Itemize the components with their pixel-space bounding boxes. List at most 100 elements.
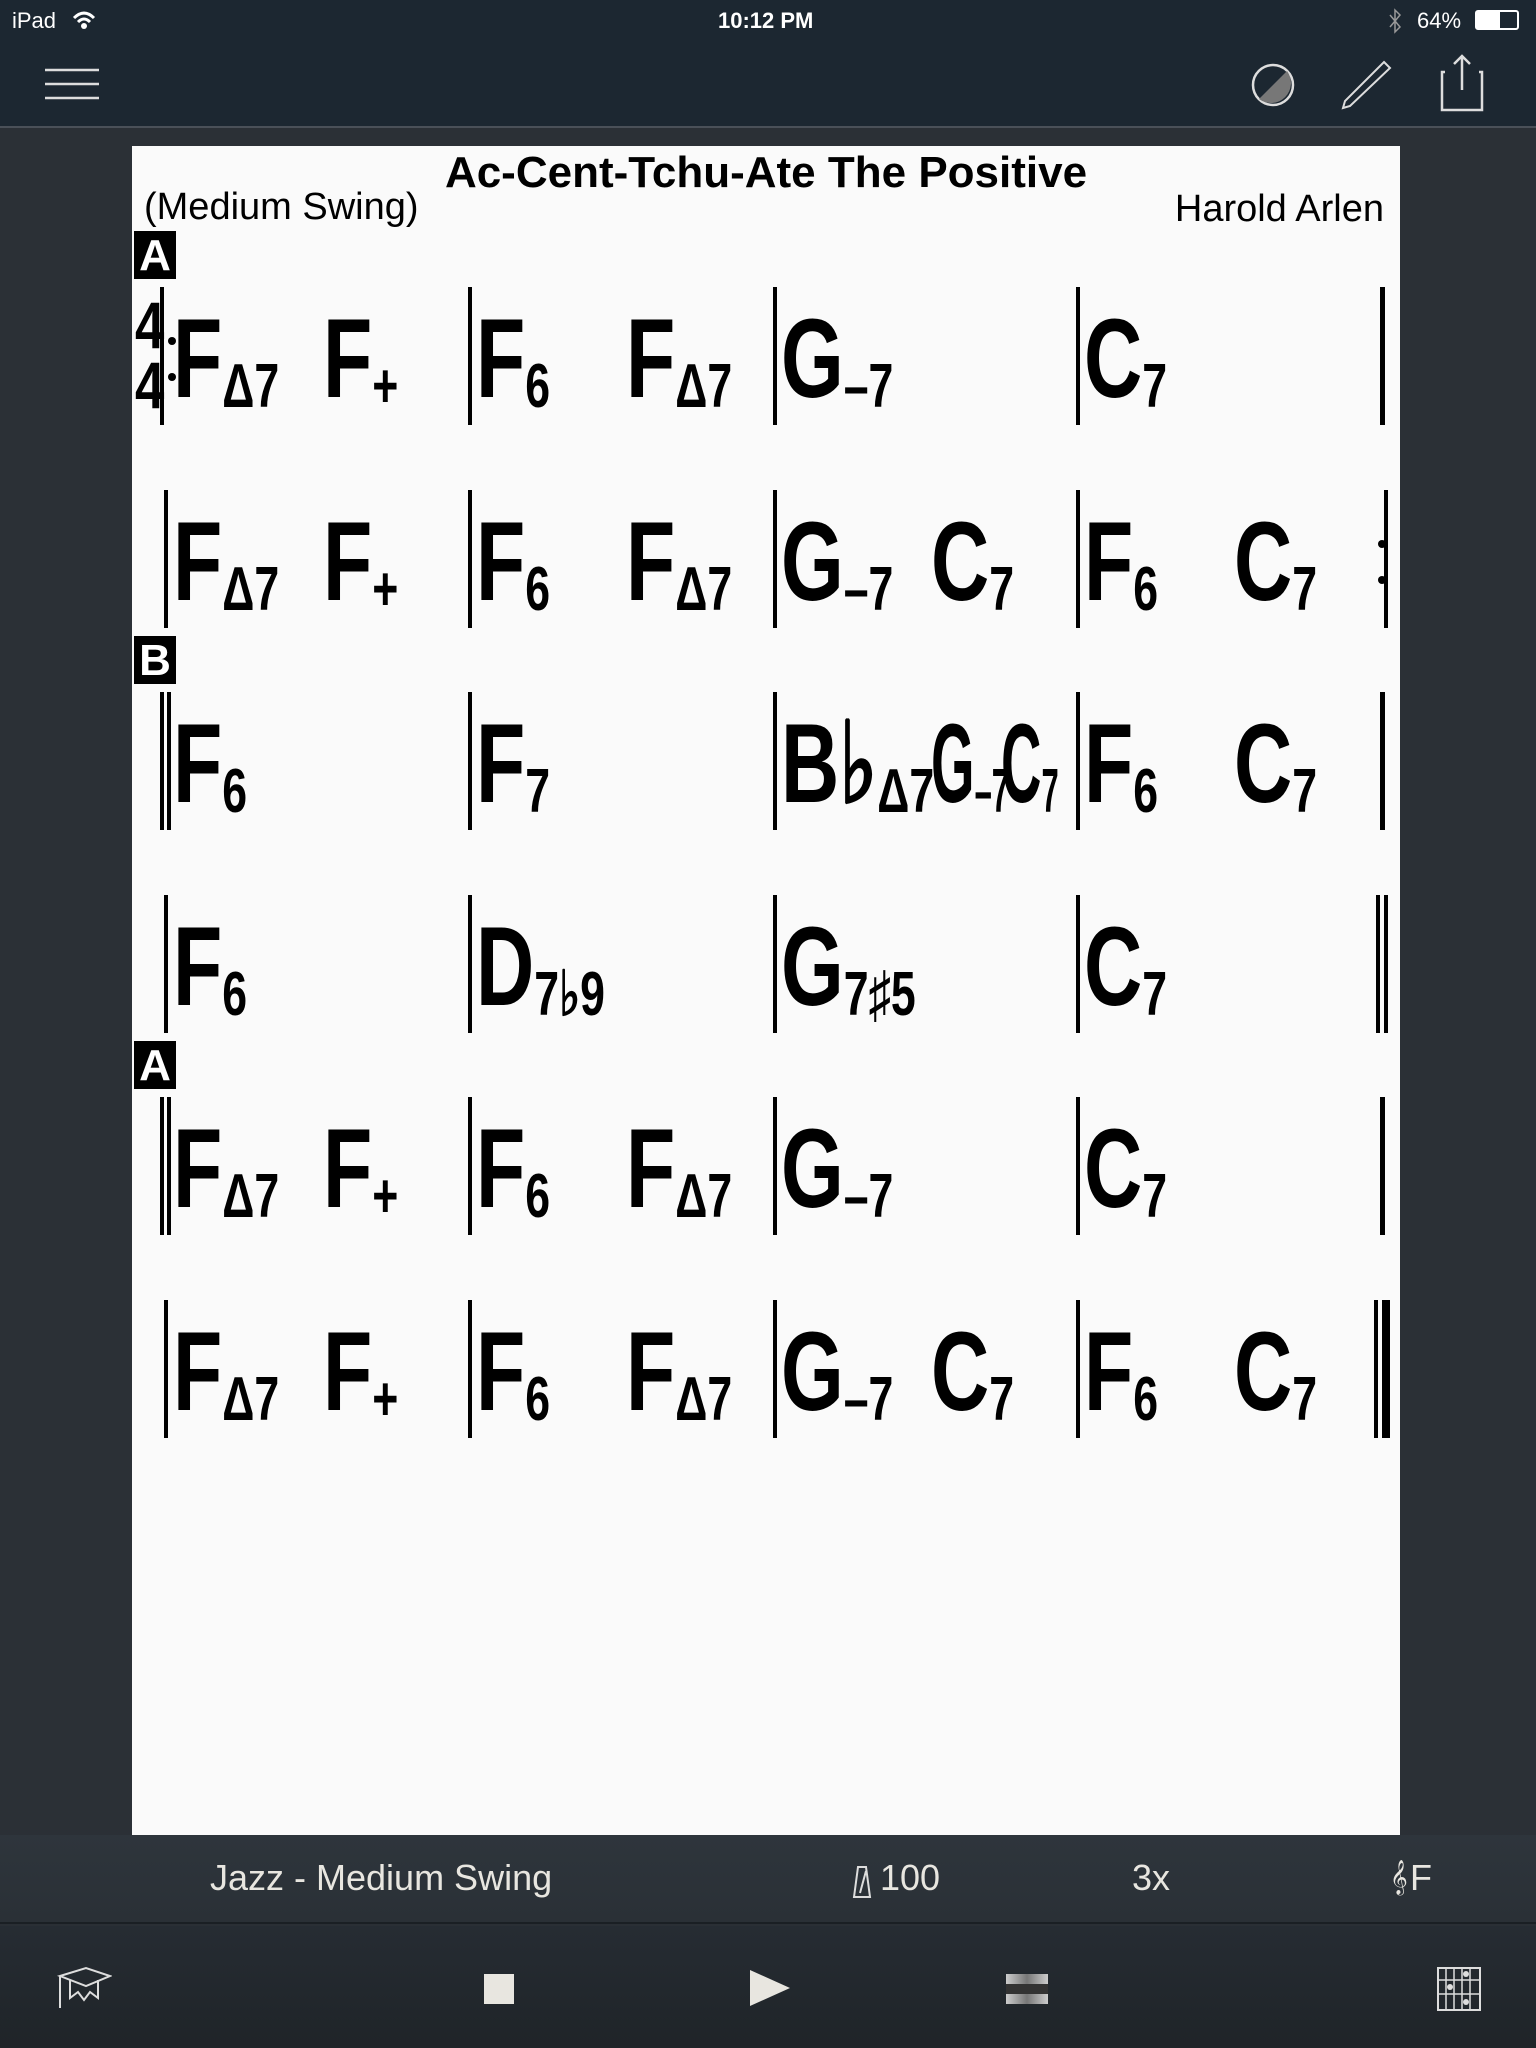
measure[interactable]: F6 FΔ7 xyxy=(476,490,771,628)
chord-symbol[interactable]: FΔ7 xyxy=(626,303,732,422)
chord-symbol[interactable]: C7 xyxy=(1001,708,1059,827)
measure[interactable]: FΔ7 F+ xyxy=(173,1097,466,1235)
measure[interactable]: F6 FΔ7 xyxy=(476,1300,771,1438)
chord-symbol[interactable]: F6 xyxy=(1084,708,1158,827)
battery-percent: 64% xyxy=(1417,8,1462,33)
barline xyxy=(468,895,472,1033)
measure[interactable]: G7♯5 xyxy=(781,895,1074,1033)
chord-symbol[interactable]: B♭Δ7 xyxy=(781,708,934,827)
chord-symbol[interactable]: C7 xyxy=(1084,1113,1167,1232)
measure[interactable]: D7♭9 xyxy=(476,895,771,1033)
chord-symbol[interactable]: FΔ7 xyxy=(173,1316,279,1435)
measure[interactable]: B♭Δ7 G–7 C7 xyxy=(781,692,1074,830)
pencil-icon[interactable] xyxy=(1340,60,1394,110)
barline xyxy=(468,490,472,628)
chord-quality: + xyxy=(372,555,399,624)
measure[interactable]: C7 xyxy=(1084,1097,1380,1235)
measure[interactable]: F7 xyxy=(476,692,771,830)
style-selector[interactable]: Jazz - Medium Swing xyxy=(210,1857,552,1899)
play-icon[interactable] xyxy=(748,1968,792,2008)
barline xyxy=(1380,1097,1385,1235)
toolbar xyxy=(0,42,1536,128)
barline xyxy=(1076,692,1080,830)
chord-symbol[interactable]: D7♭9 xyxy=(476,911,605,1030)
chord-symbol[interactable]: F6 xyxy=(173,911,247,1030)
share-icon[interactable] xyxy=(1440,54,1486,112)
chord-symbol[interactable]: G–7 xyxy=(781,303,893,422)
measure[interactable]: F6 FΔ7 xyxy=(476,1097,771,1235)
chord-root: C xyxy=(931,499,990,624)
chord-symbol[interactable]: C7 xyxy=(931,506,1014,625)
chord-symbol[interactable]: G7♯5 xyxy=(781,911,916,1030)
chord-symbol[interactable]: F6 xyxy=(476,1113,550,1232)
measure[interactable]: F6 FΔ7 xyxy=(476,287,771,425)
chord-symbol[interactable]: FΔ7 xyxy=(626,1113,732,1232)
chord-symbol[interactable]: C7 xyxy=(1234,1316,1317,1435)
mixer-icon[interactable] xyxy=(1006,1974,1048,2004)
barline xyxy=(773,895,777,1033)
chart-row: FΔ7 F+ F6 FΔ7 G–7 C7 F6 C7 xyxy=(132,490,1400,630)
chord-quality: 7 xyxy=(1142,352,1168,421)
menu-icon[interactable] xyxy=(44,66,100,102)
key-value[interactable]: F xyxy=(1410,1857,1432,1899)
barline xyxy=(167,692,171,830)
measure[interactable]: F6 xyxy=(173,895,466,1033)
chord-symbol[interactable]: G–7 xyxy=(781,506,893,625)
chord-symbol[interactable]: F6 xyxy=(476,1316,550,1435)
chord-symbol[interactable]: FΔ7 xyxy=(173,506,279,625)
measure[interactable]: F6 C7 xyxy=(1084,490,1380,628)
chord-symbol[interactable]: F6 xyxy=(173,708,247,827)
chord-quality: 6 xyxy=(222,757,248,826)
measure[interactable]: G–7 xyxy=(781,287,1074,425)
barline xyxy=(167,1097,171,1235)
chord-symbol[interactable]: C7 xyxy=(931,1316,1014,1435)
chord-symbol[interactable]: FΔ7 xyxy=(173,303,279,422)
chord-symbol[interactable]: G–7 xyxy=(781,1113,893,1232)
chord-symbol[interactable]: C7 xyxy=(1234,506,1317,625)
chord-symbol[interactable]: FΔ7 xyxy=(626,1316,732,1435)
contrast-icon[interactable] xyxy=(1250,62,1296,108)
mortarboard-icon[interactable] xyxy=(50,1964,112,2014)
chart-row: B F6 F7 B♭Δ7 G–7 C7 F6 C7 xyxy=(132,636,1400,832)
chord-symbol[interactable]: F+ xyxy=(323,303,398,422)
measure[interactable]: F6 C7 xyxy=(1084,1300,1380,1438)
chord-symbol[interactable]: F6 xyxy=(476,303,550,422)
chord-symbol[interactable]: F+ xyxy=(323,506,398,625)
chord-diagram-icon[interactable] xyxy=(1436,1966,1482,2012)
measure[interactable]: FΔ7 F+ xyxy=(173,1300,466,1438)
chord-root: C xyxy=(1234,499,1293,624)
measure[interactable]: F6 C7 xyxy=(1084,692,1380,830)
chord-root: G xyxy=(931,701,975,826)
measure[interactable]: FΔ7 F+ xyxy=(173,490,466,628)
chord-quality: + xyxy=(372,1162,399,1231)
measure[interactable]: G–7 C7 xyxy=(781,490,1074,628)
chord-symbol[interactable]: FΔ7 xyxy=(626,506,732,625)
chord-symbol[interactable]: F+ xyxy=(323,1113,398,1232)
measure[interactable]: F6 xyxy=(173,692,466,830)
chord-symbol[interactable]: C7 xyxy=(1234,708,1317,827)
measure[interactable]: G–7 C7 xyxy=(781,1300,1074,1438)
chord-symbol[interactable]: G–7 xyxy=(781,1316,893,1435)
chord-quality: 7♯5 xyxy=(843,960,916,1029)
measure[interactable]: C7 xyxy=(1084,287,1380,425)
chord-symbol[interactable]: F6 xyxy=(1084,1316,1158,1435)
chord-symbol[interactable]: C7 xyxy=(1084,911,1167,1030)
chord-quality: 6 xyxy=(1133,555,1159,624)
chord-root: C xyxy=(1084,1106,1143,1231)
chord-quality: –7 xyxy=(843,352,894,421)
chord-symbol[interactable]: F6 xyxy=(1084,506,1158,625)
measure[interactable]: G–7 xyxy=(781,1097,1074,1235)
chord-chart-page[interactable]: Ac-Cent-Tchu-Ate The Positive (Medium Sw… xyxy=(132,146,1400,1835)
chord-symbol[interactable]: G–7 xyxy=(931,708,1009,827)
repeat-count[interactable]: 3x xyxy=(1132,1857,1170,1899)
chord-symbol[interactable]: F+ xyxy=(323,1316,398,1435)
measure[interactable]: C7 xyxy=(1084,895,1380,1033)
chord-symbol[interactable]: C7 xyxy=(1084,303,1167,422)
stop-icon[interactable] xyxy=(484,1974,514,2004)
tempo-value[interactable]: 100 xyxy=(880,1857,940,1899)
chord-symbol[interactable]: F7 xyxy=(476,708,550,827)
chord-symbol[interactable]: FΔ7 xyxy=(173,1113,279,1232)
barline xyxy=(468,1300,472,1438)
chord-symbol[interactable]: F6 xyxy=(476,506,550,625)
measure[interactable]: FΔ7 F+ xyxy=(173,287,466,425)
